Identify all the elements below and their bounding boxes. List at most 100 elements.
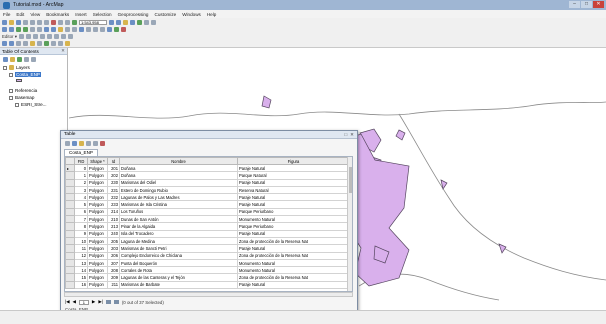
- text-icon[interactable]: [51, 41, 56, 46]
- redo-icon[interactable]: [65, 20, 70, 25]
- table-row[interactable]: 12 Polygon 206 Complejo Endorreico de Chicl…: [65, 251, 350, 260]
- visibility-checkbox[interactable]: [15, 102, 19, 107]
- select-features-icon[interactable]: [58, 27, 63, 32]
- draw-icon[interactable]: [44, 41, 49, 46]
- go-to-xy-icon[interactable]: [114, 27, 119, 32]
- table-cell[interactable]: Paraje Natural: [237, 200, 350, 209]
- toc-layer-costa-enp[interactable]: Costa_ENP: [9, 72, 42, 77]
- row-selector[interactable]: [65, 244, 75, 253]
- undo-icon[interactable]: [58, 20, 63, 25]
- sketch-properties-icon[interactable]: [67, 34, 73, 39]
- table-cell[interactable]: Paraje Natural: [237, 229, 350, 238]
- table-cell[interactable]: Polygon: [87, 222, 108, 231]
- visibility-checkbox[interactable]: [9, 88, 13, 93]
- back-extent-icon[interactable]: [44, 27, 49, 32]
- table-cell[interactable]: Lagunas de Palos y Las Madres: [119, 193, 238, 202]
- table-cell[interactable]: Corrales de Rota: [119, 266, 238, 275]
- table-cell[interactable]: Paraje Natural: [237, 163, 350, 173]
- toc-close-icon[interactable]: ✕: [61, 48, 65, 54]
- table-cell[interactable]: Marismas de Sancti Petri: [119, 244, 238, 253]
- row-selector[interactable]: [65, 200, 75, 209]
- paste-icon[interactable]: [44, 20, 49, 25]
- model-builder-icon[interactable]: [151, 20, 156, 25]
- table-cell[interactable]: Polygon: [87, 273, 108, 282]
- html-popup-icon[interactable]: [93, 27, 98, 32]
- list-by-source-icon[interactable]: [10, 56, 15, 62]
- table-row[interactable]: 15 Polygon 209 Lagunas de las Canteras y el…: [65, 273, 350, 282]
- copy-icon[interactable]: [37, 20, 42, 25]
- table-cell[interactable]: Polygon: [87, 280, 108, 290]
- menu-bookmarks[interactable]: Bookmarks: [46, 12, 69, 17]
- table-cell[interactable]: 230: [107, 178, 120, 187]
- visibility-checkbox[interactable]: [9, 72, 13, 77]
- row-selector[interactable]: [65, 280, 75, 290]
- table-row[interactable]: 4 Polygon 232 Lagunas de Palos y Las Madres…: [65, 193, 350, 202]
- next-record-icon[interactable]: ▶: [92, 299, 95, 305]
- table-cell[interactable]: Monumento Natural: [237, 258, 350, 268]
- table-cell[interactable]: Polygon: [87, 244, 108, 253]
- table-cell[interactable]: 4: [74, 193, 88, 202]
- toc-basemap-sublayer[interactable]: ESRI_Stre...: [15, 102, 47, 107]
- table-cell[interactable]: 201: [107, 163, 120, 173]
- menu-view[interactable]: View: [30, 12, 40, 17]
- table-cell[interactable]: Dunas de San Antón: [119, 215, 238, 224]
- table-cell[interactable]: 2: [74, 178, 88, 187]
- table-close-icon[interactable]: ✕: [350, 132, 354, 138]
- table-row[interactable]: 9 Polygon 240 Isla del Trocadero Paraje Natu…: [65, 229, 350, 238]
- table-cell[interactable]: Polygon: [87, 258, 108, 268]
- open-icon[interactable]: [9, 20, 14, 25]
- table-cell[interactable]: Marismas de Isla Cristina: [119, 200, 238, 209]
- table-cell[interactable]: Pinar de la Algaida: [119, 222, 238, 231]
- identify-icon[interactable]: [79, 27, 84, 32]
- list-by-selection-icon[interactable]: [24, 56, 29, 62]
- refresh-icon[interactable]: [30, 41, 35, 46]
- straight-segment-icon[interactable]: [25, 34, 31, 39]
- table-cell[interactable]: 214: [107, 207, 120, 217]
- close-button[interactable]: ✕: [593, 1, 604, 8]
- line-color-icon[interactable]: [65, 41, 70, 46]
- table-cell[interactable]: Polygon: [87, 178, 108, 187]
- table-cell[interactable]: 231: [107, 185, 120, 195]
- table-options-icon[interactable]: [65, 141, 70, 146]
- zoom-out-icon[interactable]: [9, 27, 14, 32]
- table-cell[interactable]: Isla del Trocadero: [119, 229, 238, 238]
- menu-windows[interactable]: Windows: [182, 12, 201, 17]
- table-cell[interactable]: 211: [107, 280, 120, 290]
- first-record-icon[interactable]: |◀: [65, 299, 70, 305]
- table-row[interactable]: 6 Polygon 214 Los Toruños Parque Periurbano: [65, 207, 350, 217]
- table-row[interactable]: 0Polygon201DoñanaParaje Natural: [65, 163, 350, 173]
- python-icon[interactable]: [144, 20, 149, 25]
- data-view-icon[interactable]: [23, 41, 28, 46]
- table-cell[interactable]: 206: [107, 251, 120, 260]
- table-cell[interactable]: 209: [107, 273, 120, 282]
- table-row[interactable]: 8 Polygon 213 Pinar de la Algaida Parque Per…: [65, 222, 350, 231]
- edit-tool-icon[interactable]: [18, 34, 24, 39]
- pan-icon[interactable]: [16, 27, 21, 32]
- row-selector[interactable]: [65, 266, 75, 275]
- table-cell[interactable]: 233: [107, 200, 120, 209]
- list-by-visibility-icon[interactable]: [17, 56, 22, 62]
- toc-layer-referencia[interactable]: Referencia: [9, 88, 37, 93]
- georef-icon[interactable]: [9, 41, 14, 46]
- table-cell[interactable]: 13: [74, 258, 88, 268]
- table-cell[interactable]: Parque Natural: [237, 171, 350, 180]
- table-cell[interactable]: 11: [74, 244, 88, 253]
- add-data-icon[interactable]: [72, 20, 77, 25]
- table-row[interactable]: 16 Polygon 211 Marismas de Barbate Paraje Na…: [65, 280, 350, 290]
- menu-selection[interactable]: Selection: [93, 12, 112, 17]
- table-tab[interactable]: Costa_ENP: [64, 149, 99, 156]
- table-cell[interactable]: Polygon: [87, 215, 108, 224]
- table-row[interactable]: 1 Polygon 202 Doñana Parque Natural: [65, 171, 350, 180]
- table-cell[interactable]: 203: [107, 244, 120, 253]
- attribute-table-window[interactable]: Table □ ✕ Costa_ENP FID Shape * Id Nombr…: [60, 130, 358, 313]
- table-cell[interactable]: Doñana: [119, 171, 238, 180]
- maximize-button[interactable]: □: [581, 1, 592, 8]
- row-selector[interactable]: [65, 171, 75, 180]
- table-cell[interactable]: Doñana: [119, 163, 238, 173]
- table-cell[interactable]: Polygon: [87, 251, 108, 260]
- show-selected-records-icon[interactable]: [113, 300, 119, 304]
- last-record-icon[interactable]: ▶|: [98, 299, 103, 305]
- table-cell[interactable]: Polygon: [87, 163, 108, 173]
- select-by-attributes-icon[interactable]: [79, 141, 84, 146]
- table-cell[interactable]: Zona de protección de la Reserva Nat: [237, 236, 350, 246]
